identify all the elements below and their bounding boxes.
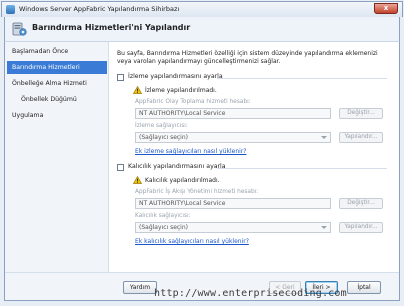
wizard-window: Windows Server AppFabric Yapılandırma Si…: [0, 0, 404, 306]
close-button[interactable]: x: [374, 3, 398, 14]
persistence-provider-label: Kalıcılık sağlayıcısı:: [135, 213, 191, 219]
sidebar-item-caching-service[interactable]: Önbelleğe Alma Hizmeti: [7, 77, 107, 90]
sidebar-item-application[interactable]: Uygulama: [7, 109, 107, 122]
monitoring-provider-value: (Sağlayıcı seçin): [139, 134, 188, 141]
help-button[interactable]: Yardım: [123, 281, 157, 294]
window-title: Windows Server AppFabric Yapılandırma Si…: [19, 5, 180, 13]
sidebar-item-before-you-begin[interactable]: Başlamadan Önce: [7, 45, 107, 58]
app-icon: [6, 5, 15, 14]
persistence-provider-value: (Sağlayıcı seçin): [139, 224, 188, 231]
monitoring-change-button[interactable]: Değiştir...: [339, 108, 383, 119]
title-bar[interactable]: Windows Server AppFabric Yapılandırma Si…: [1, 1, 403, 17]
persistence-checkbox-label[interactable]: Kalıcılık yapılandırmasını ayarla: [128, 163, 226, 170]
monitoring-account-label: AppFabric Olay Toplama hizmeti hesabı:: [135, 99, 251, 105]
persistence-providers-link[interactable]: Ek kalıcılık sağlayıcıları nasıl yükleni…: [135, 238, 249, 245]
monitoring-checkbox-label[interactable]: İzleme yapılandırmasını ayarla: [128, 73, 223, 80]
chevron-down-icon: [321, 136, 327, 139]
server-config-icon: [12, 22, 27, 36]
cancel-button[interactable]: İptal: [347, 281, 381, 294]
persistence-configure-button[interactable]: Yapılandır...: [339, 222, 383, 233]
chevron-down-icon: [321, 226, 327, 229]
wizard-steps-sidebar: Başlamadan Önce Barındırma Hizmetleri Ön…: [5, 42, 109, 272]
monitoring-section-header: İzleme yapılandırmasını ayarla: [117, 73, 389, 83]
monitoring-provider-label: İzleme sağlayıcısı:: [135, 123, 188, 129]
persistence-warning-text: Kalıcılık yapılandırılmadı.: [145, 177, 220, 184]
sidebar-item-cache-node[interactable]: Önbellek Düğümü: [7, 93, 107, 106]
warning-icon: [133, 86, 142, 94]
section-divider: [217, 78, 387, 79]
monitoring-provider-select[interactable]: (Sağlayıcı seçin): [135, 132, 331, 143]
persistence-account-field: NT AUTHORITY\Local Service: [135, 198, 331, 209]
persistence-change-button[interactable]: Değiştir...: [339, 198, 383, 209]
watermark-text: http://www.enterprisecoding.com: [154, 288, 347, 299]
monitoring-account-field: NT AUTHORITY\Local Service: [135, 108, 331, 119]
monitoring-providers-link[interactable]: Ek izleme sağlayıcıları nasıl yüklenir?: [135, 148, 246, 155]
page-description: Bu sayfa, Barındırma Hizmetleri özelliği…: [117, 50, 378, 65]
page-title: Barındırma Hizmetleri'ni Yapılandır: [32, 23, 191, 32]
section-divider: [217, 168, 387, 169]
sidebar-item-hosting-services[interactable]: Barındırma Hizmetleri: [7, 61, 107, 74]
page-header: Barındırma Hizmetleri'ni Yapılandır: [4, 17, 400, 41]
wizard-body: Başlamadan Önce Barındırma Hizmetleri Ön…: [4, 41, 400, 301]
warning-icon: [133, 176, 142, 184]
persistence-provider-select[interactable]: (Sağlayıcı seçin): [135, 222, 331, 233]
monitoring-checkbox[interactable]: [117, 74, 124, 81]
persistence-checkbox[interactable]: [117, 164, 124, 171]
persistence-section-header: Kalıcılık yapılandırmasını ayarla: [117, 163, 389, 173]
persistence-account-label: AppFabric İş Akışı Yönetimi hizmeti hesa…: [135, 189, 259, 195]
monitoring-configure-button[interactable]: Yapılandır...: [339, 132, 383, 143]
monitoring-warning-text: İzleme yapılandırılmadı.: [145, 87, 217, 94]
main-content: Bu sayfa, Barındırma Hizmetleri özelliği…: [117, 42, 397, 272]
